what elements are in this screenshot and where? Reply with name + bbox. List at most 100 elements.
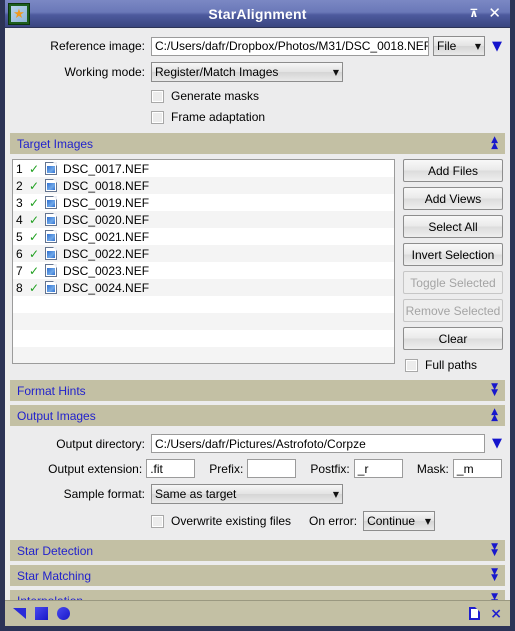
image-file-icon	[45, 264, 57, 277]
table-row[interactable]: 8 ✓ DSC_0024.NEF	[13, 279, 394, 296]
expand-section-icon[interactable]: ▼▼	[491, 567, 498, 582]
prefix-label: Prefix:	[209, 461, 244, 476]
bottom-toolbar-right: ⨯	[469, 607, 502, 621]
collapse-section-icon[interactable]: ▲ ▲	[491, 135, 498, 150]
row-index: 1	[16, 161, 23, 176]
reference-source-value: File	[437, 39, 457, 53]
title-bar: ★ StarAlignment ⊼ ✕	[5, 0, 510, 28]
working-mode-label: Working mode:	[64, 65, 145, 79]
section-output-images-title: Output Images	[17, 408, 96, 423]
check-icon[interactable]: ✓	[29, 179, 45, 193]
section-format-hints[interactable]: Format Hints ▼ ▼	[10, 380, 505, 401]
image-file-icon	[45, 230, 57, 243]
invert-selection-button[interactable]: Invert Selection	[403, 243, 503, 266]
check-icon[interactable]: ✓	[29, 230, 45, 244]
check-icon[interactable]: ✓	[29, 281, 45, 295]
table-row[interactable]: 6 ✓ DSC_0022.NEF	[13, 245, 394, 262]
reference-source-combo[interactable]: File ▼	[433, 36, 485, 56]
working-mode-combo[interactable]: Register/Match Images ▼	[151, 62, 343, 82]
add-files-button[interactable]: Add Files	[403, 159, 503, 182]
generate-masks-label: Generate masks	[171, 89, 260, 103]
row-index: 3	[16, 195, 23, 210]
output-directory-input[interactable]: C:/Users/dafr/Pictures/Astrofoto/Corpze	[151, 434, 485, 453]
add-views-button[interactable]: Add Views	[403, 187, 503, 210]
window-title: StarAlignment	[208, 5, 307, 22]
check-icon[interactable]: ✓	[29, 196, 45, 210]
reference-image-input[interactable]: C:/Users/dafr/Dropbox/Photos/M31/DSC_001…	[151, 36, 429, 56]
reset-collapse-icon[interactable]: ⨯	[490, 607, 502, 621]
expand-section-icon[interactable]: ▼▼	[491, 592, 498, 600]
check-icon[interactable]: ✓	[29, 213, 45, 227]
overwrite-existing-files-label: Overwrite existing files	[171, 514, 292, 528]
table-row[interactable]: 3 ✓ DSC_0019.NEF	[13, 194, 394, 211]
section-interpolation[interactable]: Interpolation ▼▼	[10, 590, 505, 600]
postfix-input[interactable]: _r	[353, 459, 403, 478]
check-icon[interactable]: ✓	[29, 247, 45, 261]
collapse-section-icon[interactable]: ▲ ▲	[491, 407, 498, 422]
reference-image-label: Reference image:	[50, 39, 145, 53]
sample-format-value: Same as target	[155, 487, 237, 501]
mask-input[interactable]: _m	[452, 459, 503, 478]
generate-masks-row[interactable]: Generate masks	[5, 89, 510, 103]
image-file-icon	[45, 196, 57, 209]
execute-circle-icon[interactable]	[57, 607, 70, 620]
empty-row	[13, 296, 394, 313]
output-directory-row: Output directory: C:/Users/dafr/Pictures…	[5, 434, 510, 453]
table-row[interactable]: 4 ✓ DSC_0020.NEF	[13, 211, 394, 228]
table-row[interactable]: 5 ✓ DSC_0021.NEF	[13, 228, 394, 245]
image-file-icon	[45, 213, 57, 226]
reference-image-browse-icon[interactable]: ▼	[492, 40, 502, 53]
frame-adaptation-checkbox[interactable]	[151, 110, 164, 124]
section-output-images[interactable]: Output Images ▲ ▲	[10, 405, 505, 426]
remove-selected-button: Remove Selected	[403, 299, 503, 322]
expand-section-icon[interactable]: ▼▼	[491, 542, 498, 557]
collapse-window-icon[interactable]: ⊼	[469, 8, 478, 19]
full-paths-row[interactable]: Full paths	[403, 358, 503, 372]
close-icon[interactable]: ✕	[488, 6, 501, 21]
prefix-input[interactable]	[247, 459, 297, 478]
generate-masks-checkbox[interactable]	[151, 89, 164, 103]
output-directory-label: Output directory:	[56, 436, 145, 451]
section-target-images-title: Target Images	[17, 136, 94, 151]
row-index: 6	[16, 246, 23, 261]
image-file-icon	[45, 247, 57, 260]
section-star-matching[interactable]: Star Matching ▼ ▼	[10, 565, 505, 586]
new-instance-triangle-icon[interactable]	[13, 608, 26, 619]
file-name: DSC_0019.NEF	[63, 195, 150, 210]
frame-adaptation-row[interactable]: Frame adaptation	[5, 110, 510, 124]
sample-format-combo[interactable]: Same as target ▼	[151, 484, 343, 504]
file-name: DSC_0018.NEF	[63, 178, 150, 193]
mask-label: Mask:	[416, 461, 449, 476]
browse-documentation-icon[interactable]	[469, 607, 481, 620]
table-row[interactable]: 2 ✓ DSC_0018.NEF	[13, 177, 394, 194]
check-icon[interactable]: ✓	[29, 162, 45, 176]
on-error-combo[interactable]: Continue ▼	[363, 511, 436, 531]
chevron-down-icon: ▼	[332, 67, 339, 77]
dialog-body: Reference image: C:/Users/dafr/Dropbox/P…	[5, 28, 510, 600]
working-mode-value: Register/Match Images	[155, 65, 279, 79]
image-file-icon	[45, 162, 57, 175]
section-target-images[interactable]: Target Images ▲ ▲	[10, 133, 505, 154]
reference-image-row: Reference image: C:/Users/dafr/Dropbox/P…	[5, 36, 510, 56]
bottom-toolbar: ⨯	[5, 600, 510, 626]
output-naming-row: Output extension: .fit Prefix: Postfix: …	[5, 459, 510, 478]
frame-adaptation-label: Frame adaptation	[171, 110, 266, 124]
clear-button[interactable]: Clear	[403, 327, 503, 350]
title-bar-buttons: ⊼ ✕	[469, 6, 510, 21]
select-all-button[interactable]: Select All	[403, 215, 503, 238]
output-directory-browse-icon[interactable]: ▼	[492, 437, 502, 450]
chevron-down-icon: ▼	[332, 489, 339, 499]
check-icon[interactable]: ✓	[29, 264, 45, 278]
expand-section-icon[interactable]: ▼▼	[491, 382, 498, 397]
image-file-icon	[45, 179, 57, 192]
section-star-detection[interactable]: Star Detection ▼ ▼	[10, 540, 505, 561]
overwrite-existing-files-checkbox[interactable]	[151, 514, 164, 528]
apply-global-square-icon[interactable]	[35, 607, 48, 620]
file-name: DSC_0024.NEF	[63, 280, 150, 295]
empty-row	[13, 313, 394, 330]
target-file-list[interactable]: 1 ✓ DSC_0017.NEF 2 ✓ DSC_0018.NEF 3 ✓ DS…	[12, 159, 395, 364]
table-row[interactable]: 7 ✓ DSC_0023.NEF	[13, 262, 394, 279]
table-row[interactable]: 1 ✓ DSC_0017.NEF	[13, 160, 394, 177]
full-paths-checkbox[interactable]	[405, 358, 418, 372]
output-extension-input[interactable]: .fit	[146, 459, 196, 478]
